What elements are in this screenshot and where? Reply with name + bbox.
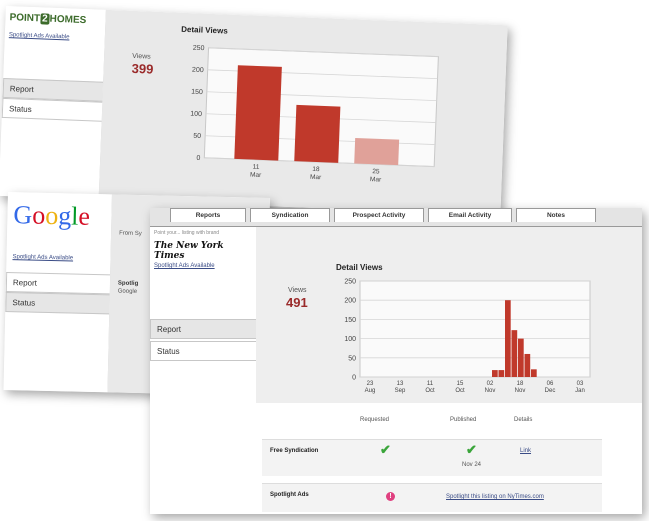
views-count: 399 (131, 60, 154, 77)
sidebar: Point your... listing with brand The New… (150, 227, 257, 514)
detail-views-chart: 05010015020025011Mar18Mar25Mar (190, 45, 439, 184)
report-panel: Detail Views Views 399 0 50 100 150 200 250 11… (98, 9, 508, 216)
x-tick-label: Mar (310, 174, 322, 181)
tab-bar: Reports Syndication Prospect Activity Em… (150, 208, 642, 227)
x-tick-label: Oct (455, 388, 465, 394)
y-tick-label: 100 (344, 336, 356, 343)
tab-syndication[interactable]: Syndication (250, 208, 330, 222)
table-row-free-syndication: Free Syndication ✔ ✔ Nov 24 Link (262, 439, 602, 476)
tab-reports[interactable]: Reports (170, 208, 246, 222)
views-label: Views (288, 287, 307, 294)
sidebar: POINT 2 HOMES Spotlight Ads Available Repo… (0, 6, 107, 200)
col-header-requested: Requested (360, 417, 390, 423)
bar (492, 370, 498, 377)
y-tick-label: 100 (190, 111, 202, 118)
bar (511, 330, 518, 377)
report-panel: Detail Views Views 491 0 50 100 150 200 250 23… (256, 227, 642, 514)
x-tick-label: 13 (397, 381, 404, 387)
spotlight-label: Spotlig (117, 280, 139, 287)
tab-email-activity[interactable]: Email Activity (428, 208, 512, 222)
row-label: Free Syndication (270, 448, 319, 454)
y-tick-label: 0 (352, 375, 356, 382)
breadcrumb: Point your... listing with brand (154, 230, 220, 236)
chart-title: Detail Views (181, 24, 228, 36)
spotlight-ads-link[interactable]: Spotlight Ads Available (9, 32, 70, 40)
bar (234, 65, 282, 161)
published-date: Nov 24 (462, 462, 482, 468)
x-tick-label: 18 (312, 166, 320, 173)
x-tick-label: Dec (545, 388, 556, 394)
row-label: Spotlight Ads (270, 492, 309, 498)
y-tick-label: 150 (191, 89, 203, 96)
x-tick-label: 03 (577, 381, 584, 387)
y-tick-label: 200 (344, 298, 356, 305)
requested-check-icon: ✔ (380, 442, 391, 457)
bar (354, 137, 400, 166)
from-syndication-label: From Sy (119, 230, 142, 238)
bar (505, 300, 511, 377)
views-count: 491 (286, 295, 308, 310)
point2homes-logo: POINT 2 HOMES (9, 12, 87, 27)
bar (518, 338, 524, 377)
published-check-icon: ✔ (466, 442, 477, 457)
col-header-published: Published (450, 417, 477, 423)
x-tick-label: 06 (547, 381, 554, 387)
x-tick-label: 18 (517, 381, 524, 387)
details-link[interactable]: Link (520, 448, 531, 454)
sidebar: Google Spotlight Ads Available Report St… (3, 192, 113, 393)
x-tick-label: 02 (487, 381, 494, 387)
bar (294, 104, 341, 163)
y-tick-label: 50 (348, 355, 356, 362)
not-requested-icon: ! (386, 492, 395, 501)
spotlight-nytimes-link[interactable]: Spotlight this listing on NyTimes.com (446, 494, 544, 500)
x-tick-label: 23 (367, 381, 374, 387)
x-tick-label: Nov (485, 388, 496, 394)
nytimes-logo: The New York Times (154, 241, 224, 261)
plot-area (359, 280, 591, 378)
y-tick-label: 200 (192, 67, 204, 74)
x-tick-label: 11 (427, 381, 434, 387)
bar (524, 353, 531, 377)
sidebar-item-report[interactable]: Report (5, 271, 111, 295)
views-label: Views (132, 52, 151, 61)
x-tick-label: 25 (372, 168, 380, 175)
x-tick-label: Nov (515, 388, 526, 394)
x-tick-label: Mar (250, 171, 262, 178)
detail-views-chart: 05010015020025023Aug13Sep11Oct15Oct02Nov… (344, 279, 591, 394)
x-tick-label: 11 (252, 164, 259, 171)
tab-prospect-activity[interactable]: Prospect Activity (334, 208, 424, 222)
spotlight-ads-link[interactable]: Spotlight Ads Available (154, 263, 215, 269)
spotlight-ads-link[interactable]: Spotlight Ads Available (12, 254, 73, 261)
sidebar-item-status[interactable]: Status (1, 97, 103, 122)
y-tick-label: 250 (193, 45, 205, 52)
bar (531, 369, 537, 377)
sidebar-item-status[interactable]: Status (150, 341, 256, 361)
y-tick-label: 0 (196, 155, 200, 162)
sidebar-item-report[interactable]: Report (150, 319, 256, 339)
y-tick-label: 250 (344, 279, 356, 286)
google-logo: Google (13, 200, 91, 231)
screenshot-point2homes: POINT 2 HOMES Spotlight Ads Available Repo… (0, 6, 508, 216)
x-tick-label: Oct (425, 388, 435, 394)
chart-title: Detail Views (336, 263, 383, 272)
x-tick-label: Aug (365, 388, 376, 394)
x-tick-label: Mar (370, 176, 382, 183)
x-tick-label: 15 (457, 381, 464, 387)
chart-area: Detail Views Views 491 0 50 100 150 200 250 23… (256, 227, 642, 403)
table-row-spotlight-ads: Spotlight Ads ! Spotlight this listing o… (262, 483, 602, 512)
x-tick-label: Jan (575, 388, 585, 394)
y-tick-label: 50 (193, 133, 201, 140)
y-tick-label: 150 (344, 317, 356, 324)
sidebar-item-status[interactable]: Status (5, 291, 110, 315)
google-label: Google (117, 288, 138, 295)
screenshot-nytimes: Reports Syndication Prospect Activity Em… (150, 208, 642, 514)
x-tick-label: Sep (395, 388, 406, 394)
col-header-details: Details (514, 417, 533, 423)
bar (498, 370, 505, 377)
tab-notes[interactable]: Notes (516, 208, 596, 222)
